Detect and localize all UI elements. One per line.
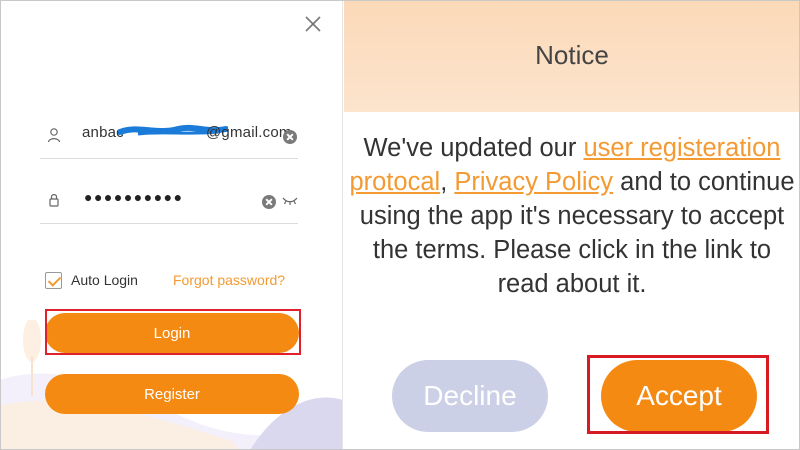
login-button[interactable]: Login xyxy=(45,313,299,353)
clear-password-icon[interactable] xyxy=(262,195,276,209)
email-field[interactable]: anbac @gmail.com xyxy=(40,115,298,159)
lock-icon xyxy=(49,194,59,207)
register-button[interactable]: Register xyxy=(45,374,299,414)
email-input-suffix[interactable]: @gmail.com xyxy=(206,124,292,141)
forgot-password-link[interactable]: Forgot password? xyxy=(173,272,285,288)
accept-button[interactable]: Accept xyxy=(601,360,757,432)
notice-title: Notice xyxy=(535,40,609,70)
close-icon[interactable] xyxy=(303,14,323,34)
notice-message: We've updated our user registeration pro… xyxy=(344,131,800,301)
notice-comma: , xyxy=(440,168,455,196)
password-input[interactable]: ●●●●●●●●●● xyxy=(84,189,184,205)
privacy-policy-link[interactable]: Privacy Policy xyxy=(454,168,613,196)
auto-login-checkbox[interactable] xyxy=(45,271,62,289)
auto-login-label: Auto Login xyxy=(71,272,138,288)
auto-login-option[interactable]: Auto Login xyxy=(45,270,138,290)
notice-text-intro: We've updated our xyxy=(363,134,584,162)
user-icon xyxy=(47,128,61,143)
eye-hidden-icon[interactable] xyxy=(282,195,298,207)
decline-button[interactable]: Decline xyxy=(392,360,548,432)
notice-dialog: Notice We've updated our user registerat… xyxy=(344,0,800,450)
password-field[interactable]: ●●●●●●●●●● xyxy=(40,180,298,224)
login-panel: anbac @gmail.com ●●●●●●●●●● Auto Login F… xyxy=(0,0,343,450)
clear-email-icon[interactable] xyxy=(283,130,297,144)
